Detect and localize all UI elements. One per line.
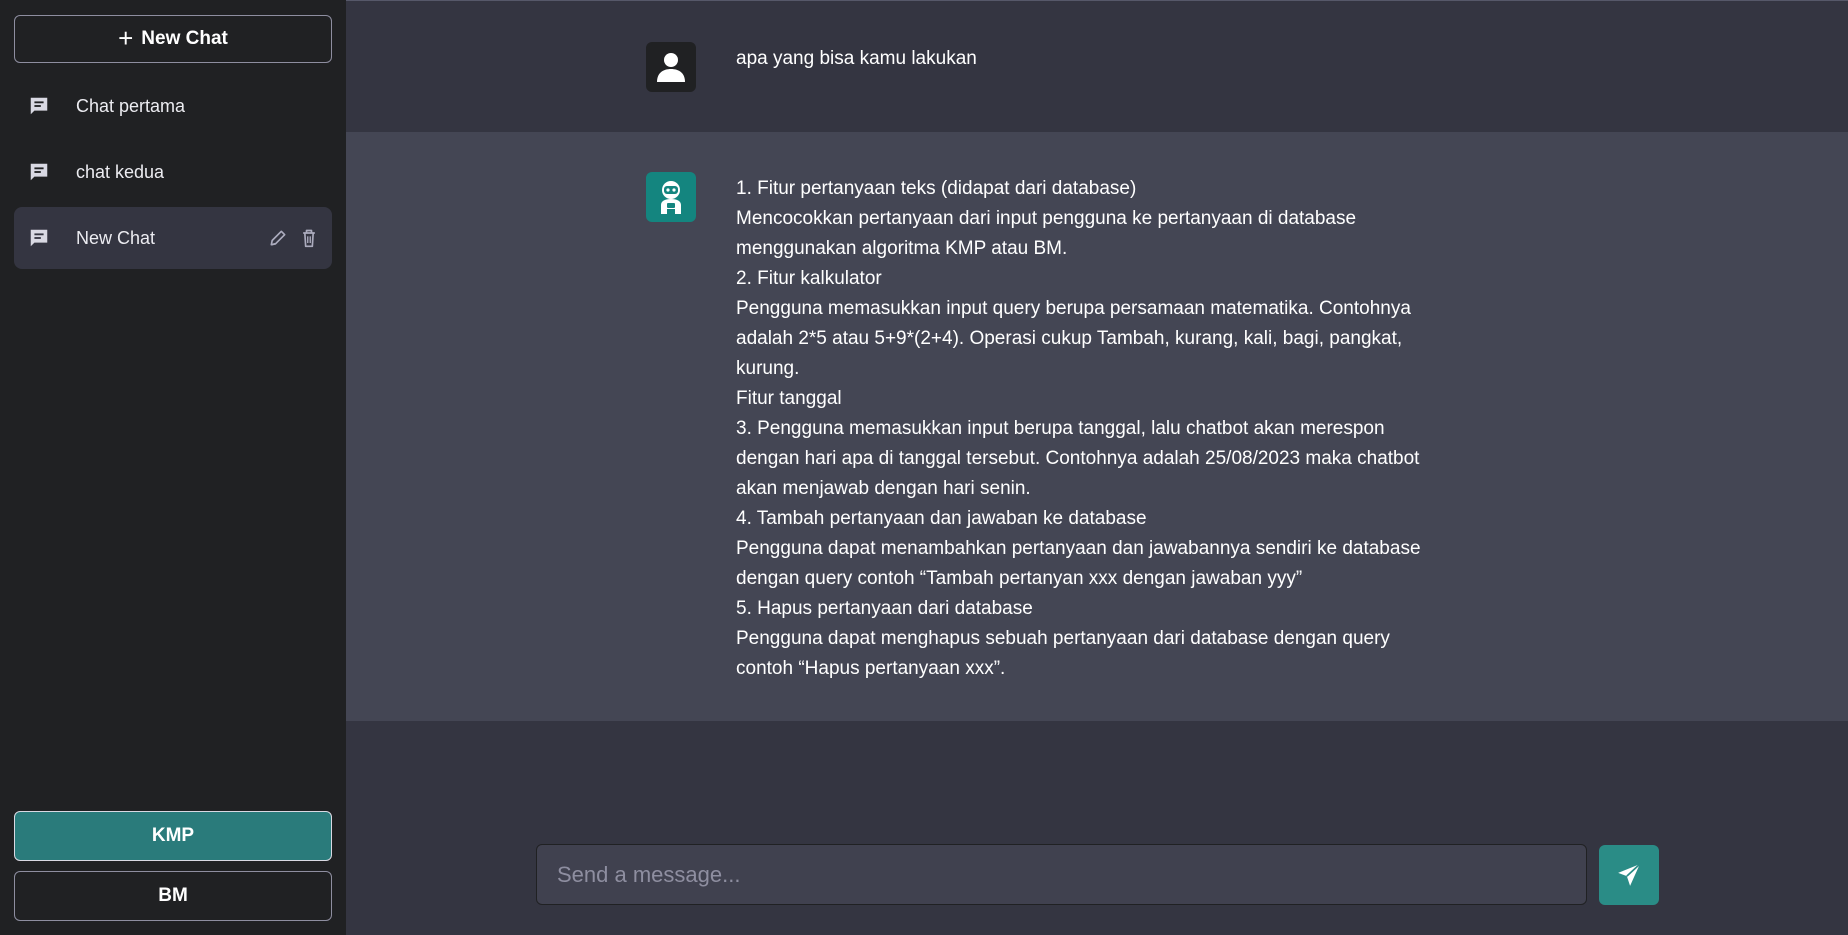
kmp-algorithm-button[interactable]: KMP xyxy=(14,811,332,861)
paper-plane-icon xyxy=(1616,862,1642,888)
user-message-text: apa yang bisa kamu lakukan xyxy=(736,48,977,69)
composer xyxy=(536,844,1659,905)
sidebar-item-new-chat[interactable]: New Chat xyxy=(14,207,332,269)
chat-item-label: chat kedua xyxy=(76,161,165,182)
bot-message-line: Pengguna memasukkan input query berupa p… xyxy=(736,298,1411,319)
bot-message-line: dengan query contoh “Tambah pertanyan xx… xyxy=(736,568,1303,589)
person-icon xyxy=(657,52,685,82)
bot-message-line: 1. Fitur pertanyaan teks (didapat dari d… xyxy=(736,178,1137,199)
chat-item-label: Chat pertama xyxy=(76,95,186,116)
bot-avatar xyxy=(646,172,696,222)
robot-icon xyxy=(656,180,686,214)
user-avatar xyxy=(646,42,696,92)
bot-message-row: 1. Fitur pertanyaan teks (didapat dari d… xyxy=(346,132,1848,721)
bot-message-line: 4. Tambah pertanyaan dan jawaban ke data… xyxy=(736,508,1147,529)
bot-message-line: dengan hari apa di tanggal tersebut. Con… xyxy=(736,448,1420,469)
bot-message-line: Pengguna dapat menghapus sebuah pertanya… xyxy=(736,628,1390,649)
message-square-icon xyxy=(28,161,50,183)
bot-message-line: menggunakan algoritma KMP atau BM. xyxy=(736,238,1068,259)
bot-message-line: contoh “Hapus pertanyaan xxx”. xyxy=(736,658,1006,679)
bm-algorithm-button[interactable]: BM xyxy=(14,871,332,921)
chat-item-label: New Chat xyxy=(76,227,156,248)
pencil-icon[interactable] xyxy=(268,228,288,248)
bot-message-line: Fitur tanggal xyxy=(736,388,842,409)
user-message-row: apa yang bisa kamu lakukan xyxy=(346,1,1848,132)
bot-message-line: 5. Hapus pertanyaan dari database xyxy=(736,598,1033,619)
message-square-icon xyxy=(28,227,50,249)
chat-history-list: Chat pertama chat kedua New Chat xyxy=(14,75,332,269)
conversation-panel: apa yang bisa kamu lakukan 1. Fitur pert… xyxy=(346,0,1848,935)
user-message-inner: apa yang bisa kamu lakukan xyxy=(646,42,1476,132)
send-button[interactable] xyxy=(1599,844,1659,905)
bot-message-line: kurung. xyxy=(736,358,800,379)
bm-label: BM xyxy=(158,885,188,906)
bot-message-line: 3. Pengguna memasukkan input berupa tang… xyxy=(736,418,1385,439)
bot-message-line: Pengguna dapat menambahkan pertanyaan da… xyxy=(736,538,1421,559)
bot-message-text: 1. Fitur pertanyaan teks (didapat dari d… xyxy=(736,172,1476,721)
new-chat-label: New Chat xyxy=(141,28,228,49)
plus-icon: + xyxy=(118,22,134,53)
message-square-icon xyxy=(28,95,50,117)
message-input[interactable] xyxy=(536,844,1587,905)
bot-message-line: adalah 2*5 atau 5+9*(2+4). Operasi cukup… xyxy=(736,328,1403,349)
bot-message-line: 2. Fitur kalkulator xyxy=(736,268,882,289)
bot-message-line: akan menjawab dengan hari senin. xyxy=(736,478,1031,499)
bot-message-line: Mencocokkan pertanyaan dari input penggu… xyxy=(736,208,1357,229)
new-chat-button[interactable]: + New Chat xyxy=(14,15,332,63)
trash-icon[interactable] xyxy=(300,228,318,248)
sidebar-item-chat-kedua[interactable]: chat kedua xyxy=(14,141,332,203)
sidebar: + New Chat Chat pertama chat kedua New C… xyxy=(0,0,346,935)
app-window: + New Chat Chat pertama chat kedua New C… xyxy=(0,0,1848,935)
bot-message-inner: 1. Fitur pertanyaan teks (didapat dari d… xyxy=(646,172,1476,721)
chat-item-actions xyxy=(268,228,318,248)
kmp-label: KMP xyxy=(151,825,195,846)
sidebar-item-chat-pertama[interactable]: Chat pertama xyxy=(14,75,332,137)
